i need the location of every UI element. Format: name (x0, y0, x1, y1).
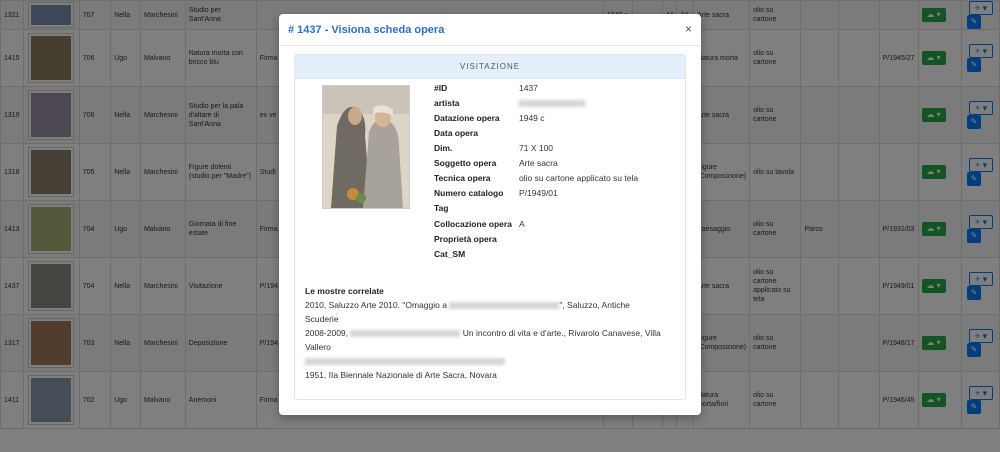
work-field: Tag (434, 201, 684, 216)
modal-title: # 1437 - Visiona scheda opera (288, 24, 445, 36)
work-field: Collocazione opera A (434, 216, 684, 232)
work-fields: #ID 1437 artista Datazione opera 1949 c Data … (434, 81, 684, 262)
field-value: olio su cartone applicato su tela (519, 173, 639, 183)
work-field: Dim. 71 X 100 (434, 141, 684, 156)
field-label: Data opera (434, 128, 478, 138)
field-value: A (519, 219, 525, 229)
field-value: 71 X 100 (519, 143, 554, 153)
redacted-text (350, 330, 461, 338)
work-field: Tecnica opera olio su cartone applicato s… (434, 171, 684, 186)
work-field: Soggetto opera Arte sacra (434, 156, 684, 171)
field-value (519, 96, 684, 111)
panel-content: #ID 1437 artista Datazione opera 1949 c Data … (295, 79, 685, 380)
modal-body: VISITAZIONE #ID 1437 artista Datazione o… (279, 46, 701, 408)
redacted-text (449, 302, 560, 310)
exhibition-item: 2010, Saluzzo Arte 2010. "Omaggio a ", S… (305, 300, 630, 324)
field-label: Numero catalogo (434, 188, 504, 198)
related-exhibitions: Le mostre correlate 2010, Saluzzo Arte 2… (305, 284, 665, 382)
work-field: Numero catalogo P/1949/01 (434, 186, 684, 201)
field-value (519, 247, 684, 262)
field-value (519, 232, 684, 247)
modal-header: # 1437 - Visiona scheda opera × (279, 14, 701, 46)
field-label: Cat_SM (434, 249, 466, 259)
work-detail-modal: # 1437 - Visiona scheda opera × VISITAZI… (279, 14, 701, 415)
exhibitions-title: Le mostre correlate (305, 286, 384, 296)
close-icon[interactable]: × (685, 22, 692, 36)
field-label: Soggetto opera (434, 158, 497, 168)
panel-heading: VISITAZIONE (295, 55, 685, 79)
field-label: Tag (434, 203, 449, 213)
work-field: Data opera (434, 126, 684, 141)
field-label: Collocazione opera (434, 219, 512, 229)
redacted-text (305, 358, 505, 366)
field-value (519, 201, 684, 216)
field-label: Proprietà opera (434, 234, 497, 244)
field-label: #ID (434, 83, 448, 93)
field-label: Datazione opera (434, 113, 500, 123)
field-value (519, 126, 684, 141)
work-panel: VISITAZIONE #ID 1437 artista Datazione o… (294, 54, 686, 400)
work-field: Proprietà opera (434, 232, 684, 247)
work-field: #ID 1437 (434, 81, 684, 96)
work-field: Datazione opera 1949 c (434, 111, 684, 126)
field-value: P/1949/01 (519, 188, 558, 198)
exhibition-item: 1951, IIa Biennale Nazionale di Arte Sac… (305, 370, 497, 380)
field-value: 1949 c (519, 113, 545, 123)
redacted-text (519, 100, 585, 108)
exhibition-item (305, 354, 665, 368)
work-field: artista (434, 96, 684, 111)
field-label: Dim. (434, 143, 453, 153)
artwork-image (322, 85, 410, 209)
field-value: 1437 (519, 83, 538, 93)
field-label: artista (434, 98, 460, 108)
work-field: Cat_SM (434, 247, 684, 262)
field-label: Tecnica opera (434, 173, 491, 183)
field-value: Arte sacra (519, 158, 558, 168)
exhibition-item: 2008-2009, Un incontro di vita e d'arte.… (305, 328, 661, 352)
